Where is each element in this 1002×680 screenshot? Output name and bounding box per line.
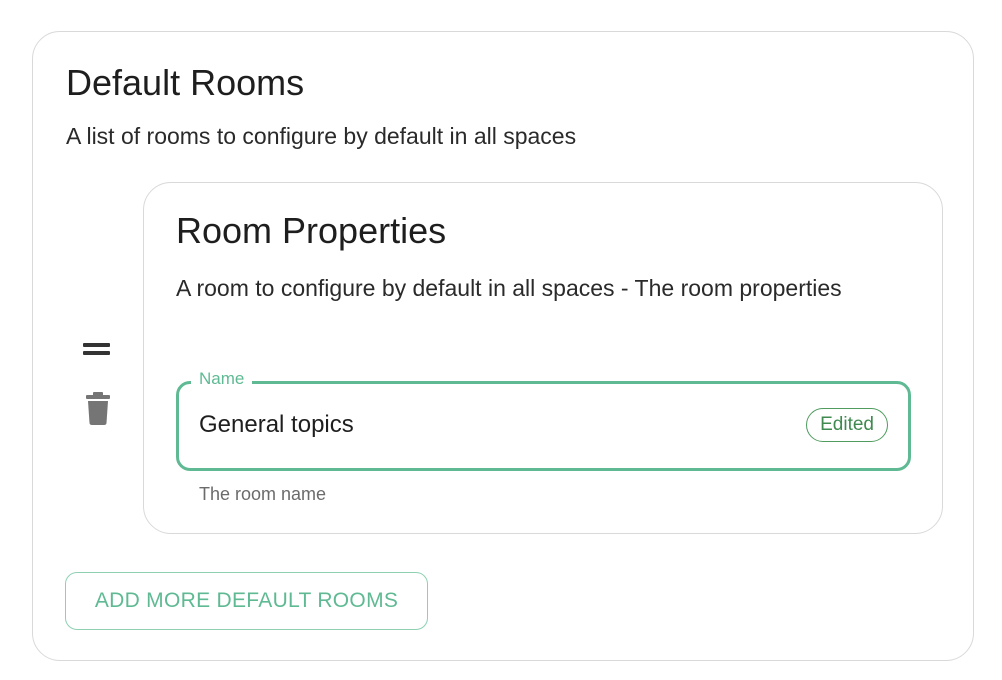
trash-icon[interactable] <box>85 392 111 426</box>
room-properties-title: Room Properties <box>176 210 447 251</box>
name-field-helper: The room name <box>199 484 327 504</box>
add-more-default-rooms-button[interactable]: ADD MORE DEFAULT ROOMS <box>65 572 428 630</box>
name-input[interactable] <box>199 407 759 443</box>
room-properties-card: Room Properties A room to configure by d… <box>143 182 943 534</box>
default-rooms-card: Default Rooms A list of rooms to configu… <box>32 31 974 661</box>
room-properties-description: A room to configure by default in all sp… <box>176 275 842 301</box>
edited-badge: Edited <box>806 408 888 442</box>
drag-handle-icon[interactable] <box>83 340 111 360</box>
name-field-label: Name <box>191 368 253 390</box>
section-title: Default Rooms <box>66 62 305 103</box>
name-field: Name Edited <box>176 368 911 471</box>
section-description: A list of rooms to configure by default … <box>66 123 577 149</box>
